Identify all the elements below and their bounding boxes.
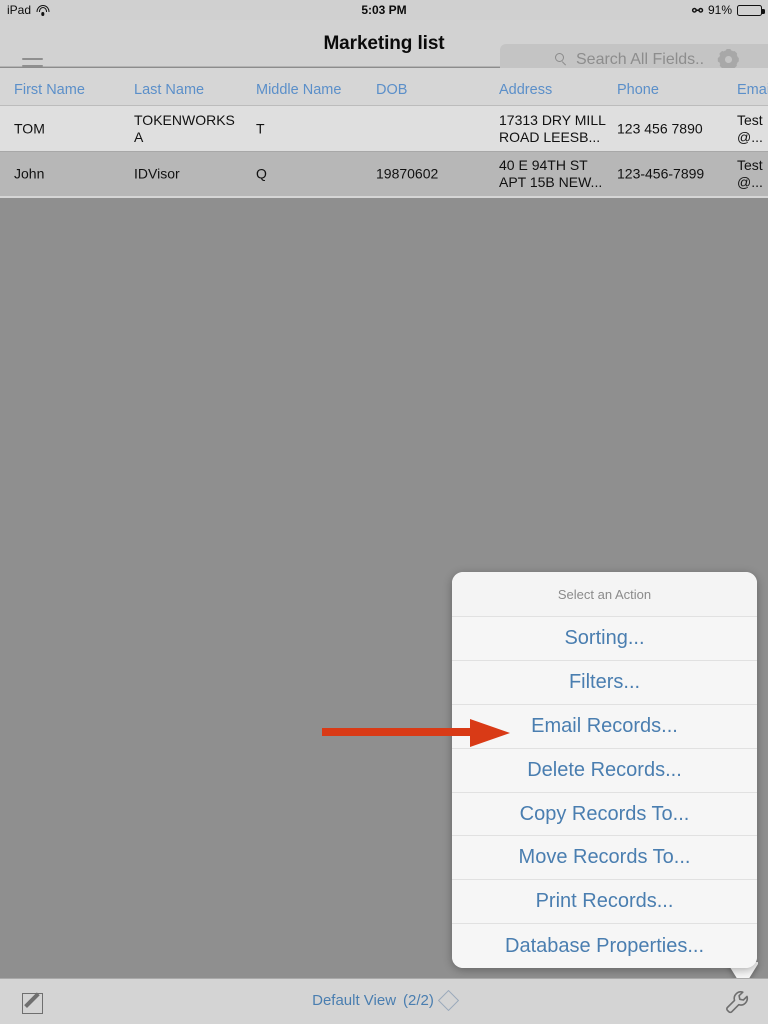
cell-email: Test @... (737, 111, 763, 145)
cell-phone: 123 456 7890 (617, 120, 703, 136)
action-item-print-records[interactable]: Print Records... (452, 880, 757, 925)
column-header-first-name[interactable]: First Name (14, 82, 85, 98)
table-row[interactable]: John IDVisor Q 19870602 40 E 94TH ST APT… (0, 151, 768, 196)
cell-phone: 123-456-7899 (617, 165, 705, 182)
table-row[interactable]: TOM TOKENWORKS A T 17313 DRY MILL ROAD L… (0, 106, 768, 151)
action-sheet-title: Select an Action (452, 572, 757, 617)
cell-dob: 19870602 (376, 165, 439, 182)
action-sheet-popover: Select an Action Sorting... Filters... E… (452, 572, 757, 968)
cell-address: 40 E 94TH ST APT 15B NEW... (499, 157, 603, 190)
table-header-row: First Name Last Name Middle Name DOB Add… (0, 68, 768, 106)
cell-last-name: TOKENWORKS A (134, 111, 235, 145)
cell-email: Test @... (737, 157, 763, 190)
action-item-filters[interactable]: Filters... (452, 660, 757, 705)
annotation-arrow-icon (322, 719, 510, 747)
gear-icon[interactable] (718, 49, 739, 70)
ipad-app-screen: iPad 5:03 PM ⚯ 91% Marketing list Search… (0, 0, 768, 1024)
bluetooth-icon: ⚯ (692, 2, 703, 18)
current-view-label: Default View (312, 992, 397, 1009)
nav-bar: Marketing list Search All Fields.. (0, 20, 768, 75)
column-header-middle-name[interactable]: Middle Name (256, 82, 341, 98)
action-item-copy-records-to[interactable]: Copy Records To... (452, 792, 757, 837)
records-table: First Name Last Name Middle Name DOB Add… (0, 58, 768, 198)
cell-last-name: IDVisor (134, 165, 180, 182)
diamond-icon[interactable] (437, 989, 459, 1012)
record-count-label: (2/2) (403, 992, 434, 1009)
cell-first-name: TOM (14, 120, 45, 136)
action-item-sorting[interactable]: Sorting... (452, 617, 757, 661)
bottom-toolbar: Default View (2/2) (0, 978, 768, 1024)
search-icon (555, 53, 568, 66)
action-item-delete-records[interactable]: Delete Records... (452, 748, 757, 793)
column-header-last-name[interactable]: Last Name (134, 82, 204, 98)
search-input-placeholder[interactable]: Search All Fields.. (576, 51, 704, 69)
column-header-email[interactable]: Emai (737, 82, 768, 98)
column-header-phone[interactable]: Phone (617, 82, 659, 98)
status-bar-clock: 5:03 PM (361, 3, 407, 17)
column-header-address[interactable]: Address (499, 82, 552, 98)
status-bar-right: ⚯ 91% (692, 2, 765, 18)
battery-percent-label: 91% (707, 3, 732, 17)
status-bar: iPad 5:03 PM ⚯ 91% (0, 0, 768, 20)
cell-middle-name: Q (256, 165, 267, 182)
action-item-database-properties[interactable]: Database Properties... (452, 924, 757, 968)
column-header-dob[interactable]: DOB (376, 82, 407, 98)
battery-icon (737, 4, 765, 16)
cell-middle-name: T (256, 120, 265, 136)
action-item-move-records-to[interactable]: Move Records To... (452, 836, 757, 881)
wrench-icon[interactable] (724, 989, 750, 1015)
cell-address: 17313 DRY MILL ROAD LEESB... (499, 111, 606, 145)
cell-first-name: John (14, 165, 45, 182)
view-selector[interactable]: Default View (2/2) (0, 989, 768, 1012)
